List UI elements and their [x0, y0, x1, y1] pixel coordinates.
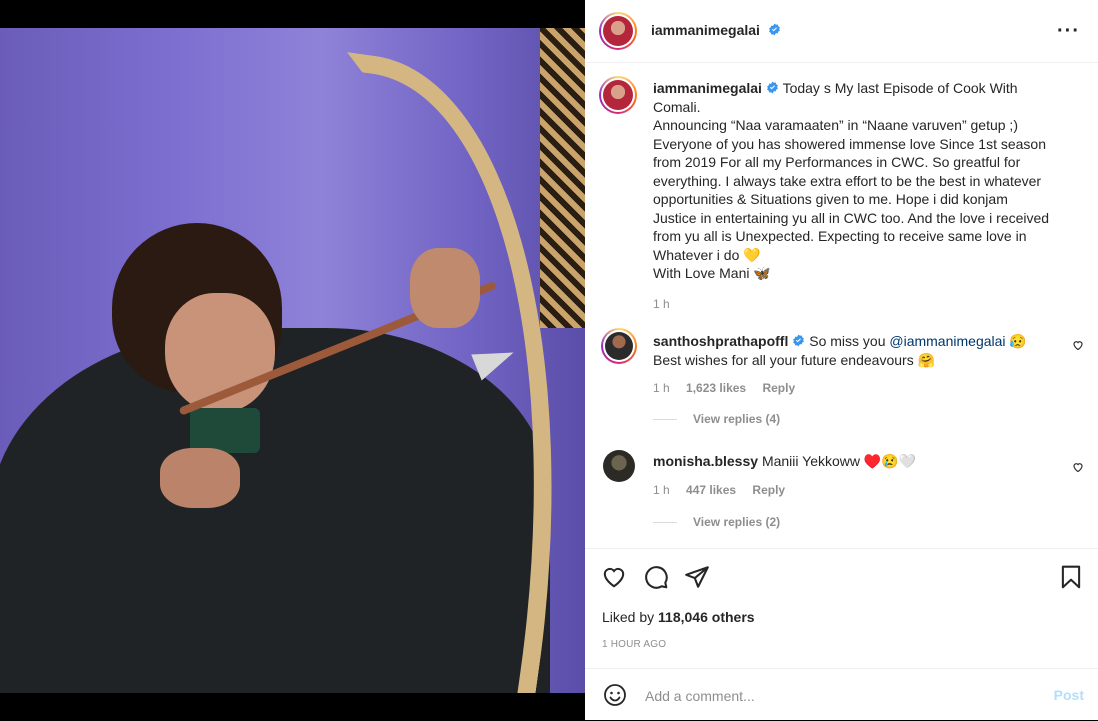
emoji-icon[interactable]: [603, 683, 627, 707]
author-username[interactable]: iammanimegalai: [651, 22, 760, 38]
caption-avatar[interactable]: [599, 76, 637, 114]
caption-line: Whatever i do 💛: [653, 246, 761, 263]
likes-count[interactable]: 118,046 others: [658, 609, 755, 625]
caption-line: from 2019 For all my Performances in CWC…: [653, 154, 1021, 170]
more-options-icon[interactable]: ···: [1057, 20, 1080, 43]
comment: monisha.blessy Maniii Yekkoww ♥️😢🤍 1 h 4…: [653, 452, 1063, 499]
comment: santhoshprathapoffl So miss you @iammani…: [653, 332, 1063, 398]
comment-text: So miss you: [809, 333, 886, 349]
post-panel: iammanimegalai ··· iammanimegalai Today …: [585, 0, 1098, 720]
replies-divider: [653, 522, 677, 524]
view-replies-label: View replies (4): [693, 412, 781, 426]
comment-username[interactable]: monisha.blessy: [653, 453, 758, 469]
comment-text: 😥: [1009, 333, 1027, 349]
comment-time[interactable]: 1 h: [653, 483, 670, 497]
post-photo[interactable]: [0, 28, 585, 693]
caption-meta: 1 h: [653, 295, 1063, 314]
comment-mention[interactable]: @iammanimegalai: [889, 333, 1005, 349]
caption-line: Comali.: [653, 98, 701, 115]
comment-heart-icon[interactable]: [1072, 461, 1084, 473]
caption-username[interactable]: iammanimegalai: [653, 80, 762, 96]
author-avatar[interactable]: [599, 12, 637, 50]
comment-meta: 1 h 447 likes Reply: [653, 481, 1063, 500]
collar: [190, 408, 260, 453]
likes-summary[interactable]: Liked by 118,046 others: [602, 609, 755, 625]
view-replies-button[interactable]: View replies (2): [653, 515, 780, 529]
comment-likes[interactable]: 1,623 likes: [686, 381, 746, 395]
comment-input[interactable]: [643, 681, 1027, 711]
background-frame: [540, 28, 585, 328]
bookmark-icon[interactable]: [1058, 564, 1084, 590]
comment-icon[interactable]: [643, 564, 669, 590]
comment-composer: Post: [585, 668, 1098, 721]
caption-line: everything. I always take extra effort t…: [653, 172, 1042, 189]
caption-line: With Love Mani 🦋: [653, 265, 771, 281]
view-replies-button[interactable]: View replies (4): [653, 412, 780, 426]
comment-time[interactable]: 1 h: [653, 381, 670, 395]
commenter-avatar[interactable]: [601, 328, 637, 364]
replies-divider: [653, 419, 677, 421]
post-caption: iammanimegalai Today s My last Episode o…: [653, 79, 1063, 313]
heart-icon[interactable]: [601, 564, 627, 590]
comment-meta: 1 h 1,623 likes Reply: [653, 379, 1063, 398]
post-actions: Liked by 118,046 others 1 HOUR AGO: [585, 548, 1098, 669]
reply-button[interactable]: Reply: [762, 381, 795, 395]
comment-text: Maniii Yekkoww ♥️😢🤍: [761, 453, 917, 469]
hand: [410, 248, 480, 328]
caption-line: from yu all is Unexpected. Expecting to …: [653, 228, 1027, 244]
verified-badge-icon: [793, 334, 805, 347]
comment-likes[interactable]: 447 likes: [686, 483, 736, 497]
comment-heart-icon[interactable]: [1072, 339, 1084, 351]
post-header: iammanimegalai ···: [585, 0, 1098, 63]
caption-line: Announcing “Naa varamaaten” in “Naane va…: [653, 117, 1018, 133]
comment-username[interactable]: santhoshprathapoffl: [653, 333, 788, 349]
caption-line: Today s My last Episode of Cook With: [782, 80, 1018, 96]
caption-line: Justice in entertaining yu all in CWC to…: [653, 209, 1050, 226]
post-media: [0, 0, 585, 720]
comment-text: Best wishes for all your future endeavou…: [653, 351, 936, 368]
likes-prefix: Liked by: [602, 609, 655, 625]
commenter-avatar[interactable]: [603, 450, 635, 482]
comments-section: iammanimegalai Today s My last Episode o…: [585, 62, 1098, 547]
author-name-row: iammanimegalai: [651, 22, 781, 40]
verified-badge-icon: [769, 23, 781, 36]
caption-time[interactable]: 1 h: [653, 297, 670, 311]
view-replies-label: View replies (2): [693, 515, 781, 529]
share-icon[interactable]: [684, 564, 710, 590]
verified-badge-icon: [767, 81, 778, 94]
post-button[interactable]: Post: [1054, 687, 1084, 703]
reply-button[interactable]: Reply: [752, 483, 785, 497]
post-timestamp[interactable]: 1 HOUR AGO: [602, 639, 666, 650]
caption-line: opportunities & Situations given to me. …: [653, 191, 1008, 207]
bow: [255, 51, 585, 693]
hand: [160, 448, 240, 508]
caption-line: Everyone of you has showered immense lov…: [653, 135, 1046, 152]
